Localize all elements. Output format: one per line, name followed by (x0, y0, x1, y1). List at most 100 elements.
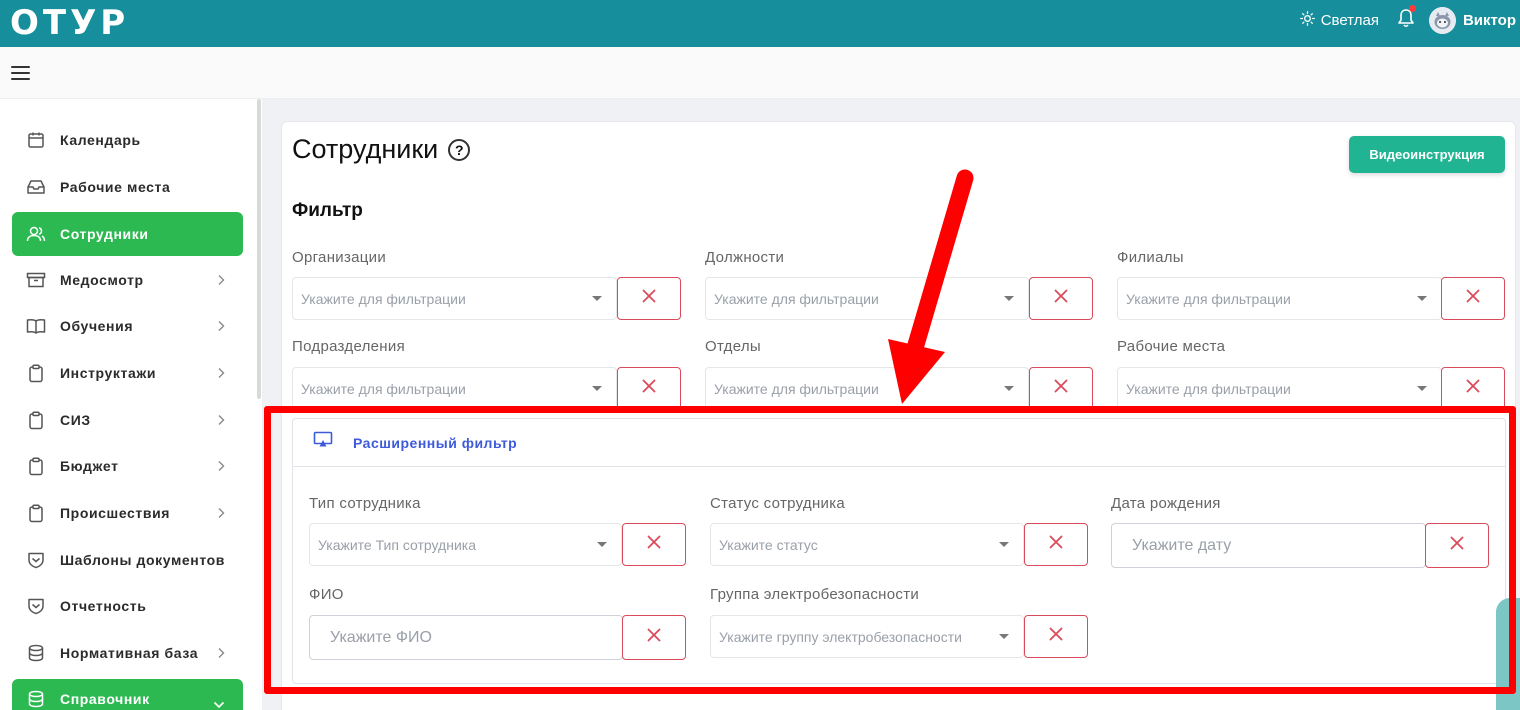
close-icon (1465, 288, 1481, 309)
sidebar-scrollbar[interactable] (257, 99, 261, 399)
filter-label-positions: Должности (705, 249, 785, 266)
clipboard-icon (26, 363, 46, 383)
page-title-text: Сотрудники (292, 134, 439, 164)
shield-check-icon (26, 596, 46, 616)
sidebar-item-5[interactable]: Инструктажи (12, 351, 243, 395)
advanced-filter-header[interactable]: Расширенный фильтр (293, 419, 1505, 467)
chevron-right-icon (217, 319, 225, 335)
filter-select-organizations[interactable]: Укажите для фильтрации (292, 277, 617, 320)
sidebar-item-10[interactable]: Отчетность (12, 584, 243, 628)
sidebar-item-label: Рабочие места (60, 179, 171, 195)
filter-select-workplaces[interactable]: Укажите для фильтрации (1117, 367, 1442, 410)
sidebar-item-label: Календарь (60, 132, 141, 148)
logo-text: ОТУР (10, 3, 130, 43)
clear-employee-type-button[interactable] (622, 523, 686, 566)
sidebar-item-9[interactable]: Шаблоны документов (12, 538, 243, 582)
clear-positions-button[interactable] (1029, 277, 1093, 320)
adv-label-electrical-safety-group: Группа электробезопасности (710, 586, 920, 603)
video-instruction-button[interactable]: Видеоинструкция (1349, 136, 1505, 173)
chevron-right-icon (217, 273, 225, 289)
toolbar (0, 47, 1520, 99)
filter-heading: Фильтр (292, 200, 363, 221)
database-icon (26, 643, 46, 663)
filter-label-workplaces: Рабочие места (1117, 338, 1226, 355)
adv-select-electrical-safety-group[interactable]: Укажите группу электробезопасности (710, 615, 1024, 658)
chevron-right-icon (217, 366, 225, 382)
help-icon[interactable]: ? (448, 138, 471, 161)
caret-down-icon (1004, 296, 1014, 301)
filter-select-departments[interactable]: Укажите для фильтрации (705, 367, 1029, 410)
clipboard-icon (26, 410, 46, 430)
clear-electrical-safety-group-button[interactable] (1024, 615, 1088, 658)
sidebar-item-label: Медосмотр (60, 272, 144, 288)
sidebar-item-8[interactable]: Происшествия (12, 491, 243, 535)
clear-branches-button[interactable] (1441, 277, 1505, 320)
user-name[interactable]: Виктор (1463, 12, 1516, 29)
chevron-right-icon (217, 413, 225, 429)
sidebar-item-label: Нормативная база (60, 645, 199, 661)
archive-icon (26, 270, 46, 290)
close-icon (1465, 378, 1481, 399)
theme-toggle[interactable]: Светлая (1299, 10, 1379, 30)
filter-label-branches: Филиалы (1117, 249, 1184, 266)
caret-down-icon (999, 542, 1009, 547)
close-icon (1048, 626, 1064, 647)
adv-select-employee-type[interactable]: Укажите Тип сотрудника (309, 523, 622, 566)
clear-full-name-button[interactable] (622, 615, 686, 660)
sidebar-item-label: СИЗ (60, 412, 91, 428)
sidebar-item-label: Происшествия (60, 505, 171, 521)
filter-label-organizations: Организации (292, 249, 387, 266)
sidebar-item-7[interactable]: Бюджет (12, 444, 243, 488)
sidebar-item-1[interactable]: Рабочие места (12, 165, 243, 209)
caret-down-icon (592, 386, 602, 391)
clear-organizations-button[interactable] (617, 277, 681, 320)
floating-side-tab[interactable] (1496, 598, 1520, 710)
clear-workplaces-button[interactable] (1441, 367, 1505, 410)
adv-label-employee-type: Тип сотрудника (309, 495, 421, 512)
clear-employee-status-button[interactable] (1024, 523, 1088, 566)
notification-dot (1408, 5, 1416, 12)
users-icon (26, 224, 46, 244)
sidebar-item-0[interactable]: Календарь (12, 118, 243, 162)
filter-select-branches[interactable]: Укажите для фильтрации (1117, 277, 1442, 320)
monitor-icon (313, 431, 333, 454)
sidebar-item-2[interactable]: Сотрудники (12, 212, 243, 256)
sidebar-item-11[interactable]: Нормативная база (12, 631, 243, 675)
close-icon (641, 288, 657, 309)
sidebar-item-12[interactable]: Справочник (12, 679, 243, 710)
book-icon (26, 316, 46, 336)
app-logo[interactable]: ОТУР (10, 3, 130, 43)
filter-select-subdivisions[interactable]: Укажите для фильтрации (292, 367, 617, 410)
caret-down-icon (592, 296, 602, 301)
menu-toggle-icon[interactable] (11, 66, 30, 80)
sidebar-item-label: Обучения (60, 318, 134, 334)
caret-down-icon (1417, 386, 1427, 391)
sidebar-item-label: Шаблоны документов (60, 552, 225, 568)
sidebar-item-3[interactable]: Медосмотр (12, 258, 243, 302)
clear-birth-date-button[interactable] (1425, 523, 1489, 568)
chevron-down-icon (213, 696, 225, 710)
caret-down-icon (597, 542, 607, 547)
sidebar-item-label: Инструктажи (60, 365, 157, 381)
calendar-icon (26, 130, 46, 150)
birth-date-input[interactable]: Укажите дату (1111, 523, 1426, 568)
clear-subdivisions-button[interactable] (617, 367, 681, 410)
sidebar-item-4[interactable]: Обучения (12, 304, 243, 348)
filter-label-subdivisions: Подразделения (292, 338, 405, 355)
close-icon (1048, 534, 1064, 555)
avatar[interactable] (1428, 6, 1456, 34)
adv-select-employee-status[interactable]: Укажите статус (710, 523, 1024, 566)
sidebar-item-label: Бюджет (60, 458, 119, 474)
chevron-right-icon (217, 459, 225, 475)
close-icon (1053, 288, 1069, 309)
clipboard-icon (26, 503, 46, 523)
filter-select-positions[interactable]: Укажите для фильтрации (705, 277, 1029, 320)
clear-departments-button[interactable] (1029, 367, 1093, 410)
sidebar-item-6[interactable]: СИЗ (12, 398, 243, 442)
close-icon (646, 534, 662, 555)
sidebar-item-label: Отчетность (60, 598, 147, 614)
full-name-input[interactable]: Укажите ФИО (309, 615, 623, 660)
chevron-right-icon (217, 506, 225, 522)
filter-label-departments: Отделы (705, 338, 761, 355)
notifications-button[interactable] (1397, 5, 1416, 32)
